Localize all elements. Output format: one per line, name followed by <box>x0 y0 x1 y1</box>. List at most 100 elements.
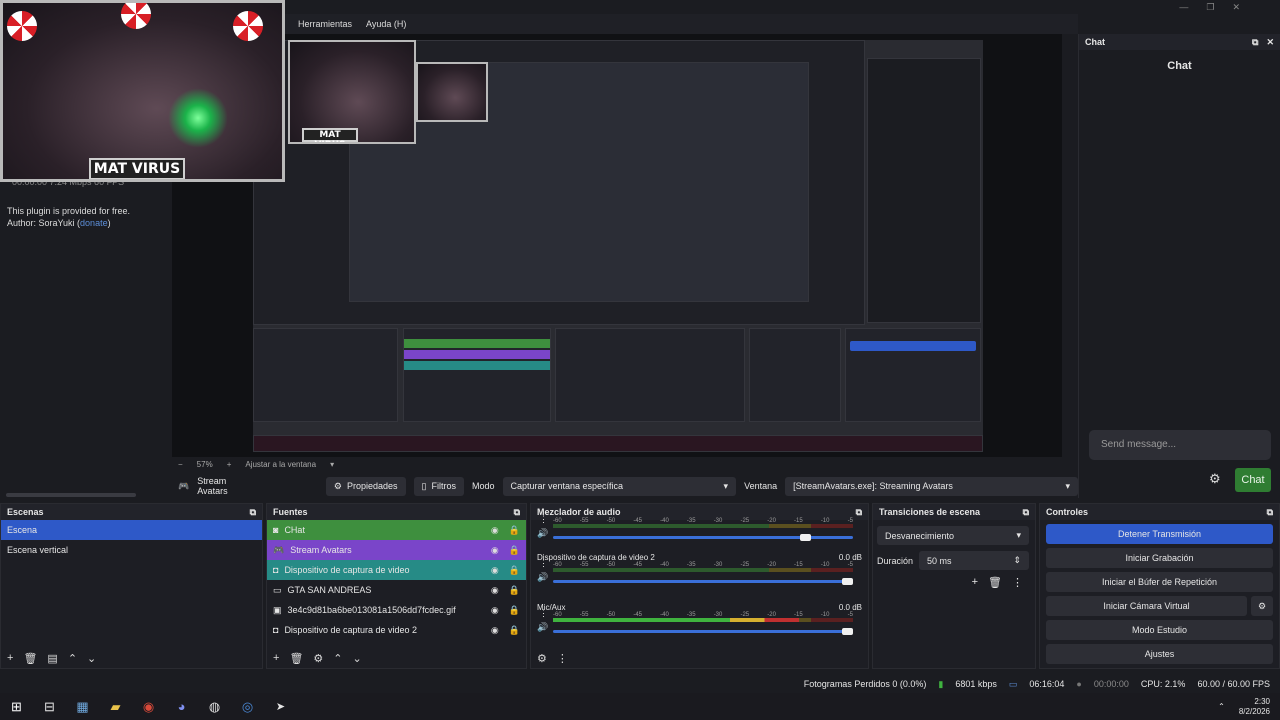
undock-icon[interactable]: ⧉ <box>250 507 256 518</box>
move-down-icon[interactable]: ⌄ <box>353 652 362 665</box>
chrome-icon[interactable]: ◉ <box>132 693 165 720</box>
audio-meter <box>553 568 853 572</box>
transition-select[interactable]: Desvanecimiento ▾ <box>877 526 1029 545</box>
zoom-in-icon[interactable]: + <box>227 460 232 469</box>
volume-knob[interactable] <box>800 534 811 541</box>
undock-icon[interactable]: ⧉ <box>1267 507 1273 518</box>
eye-icon[interactable]: ◉ <box>491 585 499 596</box>
more-icon[interactable]: ⋮ <box>539 608 548 619</box>
zoom-level[interactable]: 57% <box>197 460 213 469</box>
undock-icon[interactable]: ⧉ <box>856 507 862 518</box>
horizontal-scrollbar[interactable] <box>6 493 136 497</box>
task-view-icon[interactable]: ⊟ <box>33 693 66 720</box>
add-icon[interactable]: + <box>7 652 13 664</box>
gear-icon[interactable]: ⚙ <box>1209 471 1221 487</box>
volume-icon[interactable]: 🔊 <box>537 572 548 583</box>
close-icon[interactable]: ✕ <box>1232 2 1240 13</box>
calculator-icon[interactable]: ▦ <box>66 693 99 720</box>
source-item[interactable]: ◙ CHat ◉ 🔒 <box>267 520 526 540</box>
source-item[interactable]: ▣ 3e4c9d81ba6be013081a1506dd7fcdec.gif ◉ 🔒 <box>267 600 526 620</box>
chevron-down-icon[interactable]: ▾ <box>330 460 334 469</box>
volume-icon[interactable]: 🔊 <box>537 528 548 539</box>
nested-controls-dock <box>845 328 981 422</box>
studio-mode-button[interactable]: Modo Estudio <box>1046 620 1273 640</box>
clock-time: 2:30 <box>1254 696 1270 706</box>
obs-icon[interactable]: ◍ <box>198 693 231 720</box>
maximize-icon[interactable]: ❐ <box>1206 2 1214 13</box>
volume-slider[interactable] <box>553 628 853 635</box>
filter-icon[interactable]: ▤ <box>47 652 57 665</box>
trash-icon[interactable]: 🗑 <box>988 576 1002 589</box>
gear-icon[interactable]: ⚙ <box>1251 596 1273 616</box>
scene-item[interactable]: Escena <box>1 520 262 540</box>
source-name: GTA SAN ANDREAS <box>287 585 372 595</box>
file-explorer-icon[interactable]: ▰ <box>99 693 132 720</box>
chat-message-input[interactable]: Send message... <box>1089 430 1271 460</box>
add-icon[interactable]: + <box>273 652 279 664</box>
zoom-out-icon[interactable]: − <box>178 460 183 469</box>
undock-icon[interactable]: ⧉ <box>1023 507 1029 518</box>
source-item[interactable]: ▭ GTA SAN ANDREAS ◉ 🔒 <box>267 580 526 600</box>
volume-knob[interactable] <box>842 578 853 585</box>
window-select[interactable]: [StreamAvatars.exe]: Streaming Avatars ▾ <box>785 476 1078 496</box>
discord-icon[interactable]: ◕ <box>165 693 198 720</box>
menu-herramientas[interactable]: Herramientas <box>298 19 352 29</box>
undock-icon[interactable]: ⧉ <box>514 507 520 518</box>
volume-knob[interactable] <box>842 628 853 635</box>
eye-icon[interactable]: ◉ <box>491 625 499 636</box>
eye-icon[interactable]: ◉ <box>491 605 499 616</box>
donate-link[interactable]: donate <box>80 218 108 228</box>
settings-button[interactable]: Ajustes <box>1046 644 1273 664</box>
lock-icon[interactable]: 🔒 <box>509 625 520 636</box>
clock[interactable]: 2:30 8/2/2026 <box>1239 697 1270 717</box>
more-icon[interactable]: ⋮ <box>1012 576 1023 589</box>
start-recording-button[interactable]: Iniciar Grabación <box>1046 548 1273 568</box>
properties-button[interactable]: ⚙ Propiedades <box>325 476 406 496</box>
eye-icon[interactable]: ◉ <box>491 525 499 536</box>
meter-tick: -10 <box>820 562 830 568</box>
trash-icon[interactable]: 🗑 <box>23 652 37 665</box>
more-icon[interactable]: ⋮ <box>557 652 568 665</box>
more-icon[interactable]: ⋮ <box>539 514 548 525</box>
windows-start-icon[interactable]: ⊞ <box>0 693 33 720</box>
eye-icon[interactable]: ◉ <box>491 545 499 556</box>
webcam-overlay-echo: MAT VIRUS <box>288 40 416 144</box>
app-icon[interactable]: ◎ <box>231 693 264 720</box>
mode-select[interactable]: Capturar ventana específica ▾ <box>502 476 737 496</box>
eye-icon[interactable]: ◉ <box>491 565 499 576</box>
lock-icon[interactable]: 🔒 <box>509 565 520 576</box>
volume-slider[interactable] <box>553 578 853 585</box>
source-item[interactable]: ◘ Dispositivo de captura de video ◉ 🔒 <box>267 560 526 580</box>
gear-icon[interactable]: ⚙ <box>537 652 547 665</box>
lock-icon[interactable]: 🔒 <box>509 525 520 536</box>
lock-icon[interactable]: 🔒 <box>509 585 520 596</box>
add-icon[interactable]: + <box>972 576 978 589</box>
scene-item[interactable]: Escena vertical <box>1 540 262 560</box>
source-item[interactable]: ◘ Dispositivo de captura de video 2 ◉ 🔒 <box>267 620 526 640</box>
fit-to-window[interactable]: Ajustar a la ventana <box>245 460 316 469</box>
move-up-icon[interactable]: ⌃ <box>68 652 77 665</box>
source-item[interactable]: 🎮 Stream Avatars ◉ 🔒 <box>267 540 526 560</box>
filters-button[interactable]: ▯ Filtros <box>413 476 464 496</box>
close-icon[interactable]: ✕ <box>1266 37 1274 48</box>
window-controls: — ❐ ✕ <box>1179 0 1280 14</box>
start-virtual-camera-button[interactable]: Iniciar Cámara Virtual <box>1046 596 1247 616</box>
move-down-icon[interactable]: ⌄ <box>87 652 96 665</box>
volume-slider[interactable] <box>553 534 853 541</box>
stop-streaming-button[interactable]: Detener Transmisión <box>1046 524 1273 544</box>
trash-icon[interactable]: 🗑 <box>289 652 303 665</box>
chevron-up-icon[interactable]: ⌃ <box>1218 702 1225 711</box>
start-replay-buffer-button[interactable]: Iniciar el Búfer de Repetición <box>1046 572 1273 592</box>
more-icon[interactable]: ⋮ <box>539 558 548 569</box>
meter-tick: -40 <box>660 562 669 568</box>
volume-icon[interactable]: 🔊 <box>537 622 548 633</box>
lock-icon[interactable]: 🔒 <box>509 545 520 556</box>
lock-icon[interactable]: 🔒 <box>509 605 520 616</box>
undock-icon[interactable]: ⧉ <box>1252 37 1258 48</box>
duration-input[interactable]: 50 ms ⇕ <box>919 551 1029 570</box>
minimize-icon[interactable]: — <box>1179 2 1188 12</box>
gear-icon[interactable]: ⚙ <box>313 652 323 665</box>
chat-send-button[interactable]: Chat <box>1235 468 1271 492</box>
menu-ayuda[interactable]: Ayuda (H) <box>366 19 406 29</box>
move-up-icon[interactable]: ⌃ <box>333 652 342 665</box>
